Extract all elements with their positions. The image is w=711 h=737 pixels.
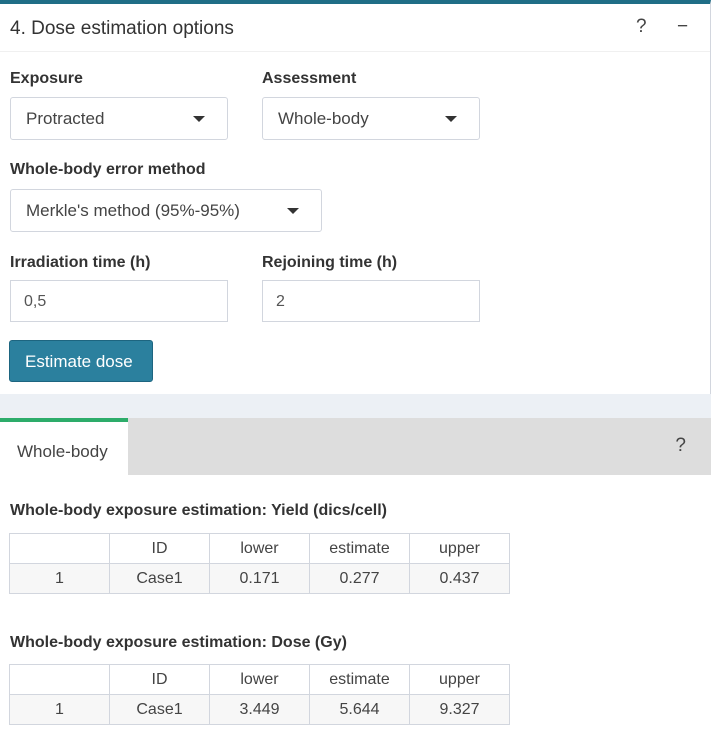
table-cell: 1	[9, 694, 110, 725]
assessment-select[interactable]: Whole-body	[262, 97, 480, 140]
column-header	[9, 533, 110, 564]
column-header	[9, 664, 110, 695]
results-box: Whole-body ? Whole-body exposure estimat…	[0, 418, 711, 737]
column-header: estimate	[309, 533, 410, 564]
help-icon[interactable]: ?	[675, 435, 686, 457]
column-header: upper	[409, 533, 510, 564]
estimate-dose-button[interactable]: Estimate dose	[9, 340, 153, 382]
error-method-value: Merkle's method (95%-95%)	[26, 201, 240, 220]
error-method-label: Whole-body error method	[10, 161, 206, 178]
rejoining-time-label: Rejoining time (h)	[262, 254, 398, 271]
results-tabbar: Whole-body ?	[0, 418, 711, 475]
table-row: 1 Case1 3.449 5.644 9.327	[9, 694, 510, 725]
table-cell: 3.449	[209, 694, 310, 725]
chevron-down-icon	[445, 116, 457, 122]
assessment-label: Assessment	[262, 70, 357, 87]
chevron-down-icon	[193, 116, 205, 122]
irradiation-time-label: Irradiation time (h)	[10, 254, 151, 271]
rejoining-time-input[interactable]: 2	[262, 280, 480, 322]
column-header: ID	[109, 664, 210, 695]
dose-estimation-box: 4. Dose estimation options ? − Exposure …	[0, 0, 711, 394]
irradiation-time-input[interactable]: 0,5	[10, 280, 228, 322]
table-cell: Case1	[109, 694, 210, 725]
dose-table-title: Whole-body exposure estimation: Dose (Gy…	[10, 634, 347, 651]
dose-table: ID lower estimate upper 1 Case1 3.449 5.…	[9, 664, 510, 725]
help-icon[interactable]: ?	[636, 16, 647, 38]
table-header-row: ID lower estimate upper	[9, 664, 510, 695]
table-row: 1 Case1 0.171 0.277 0.437	[9, 563, 510, 594]
table-cell: 1	[9, 563, 110, 594]
yield-table: ID lower estimate upper 1 Case1 0.171 0.…	[9, 533, 510, 594]
exposure-label: Exposure	[10, 70, 83, 87]
column-header: ID	[109, 533, 210, 564]
table-cell: 0.277	[309, 563, 410, 594]
column-header: lower	[209, 664, 310, 695]
tab-whole-body[interactable]: Whole-body	[0, 418, 128, 475]
table-cell: Case1	[109, 563, 210, 594]
column-header: estimate	[309, 664, 410, 695]
box-title: 4. Dose estimation options	[10, 18, 234, 39]
table-cell: 0.437	[409, 563, 510, 594]
table-cell: 5.644	[309, 694, 410, 725]
error-method-select[interactable]: Merkle's method (95%-95%)	[10, 189, 322, 232]
exposure-value: Protracted	[26, 109, 105, 128]
box-header: 4. Dose estimation options ? −	[0, 4, 710, 52]
table-header-row: ID lower estimate upper	[9, 533, 510, 564]
column-header: upper	[409, 664, 510, 695]
table-cell: 9.327	[409, 694, 510, 725]
assessment-value: Whole-body	[278, 109, 369, 128]
chevron-down-icon	[287, 208, 299, 214]
collapse-icon[interactable]: −	[677, 16, 688, 38]
exposure-select[interactable]: Protracted	[10, 97, 228, 140]
yield-table-title: Whole-body exposure estimation: Yield (d…	[10, 502, 387, 519]
table-cell: 0.171	[209, 563, 310, 594]
column-header: lower	[209, 533, 310, 564]
